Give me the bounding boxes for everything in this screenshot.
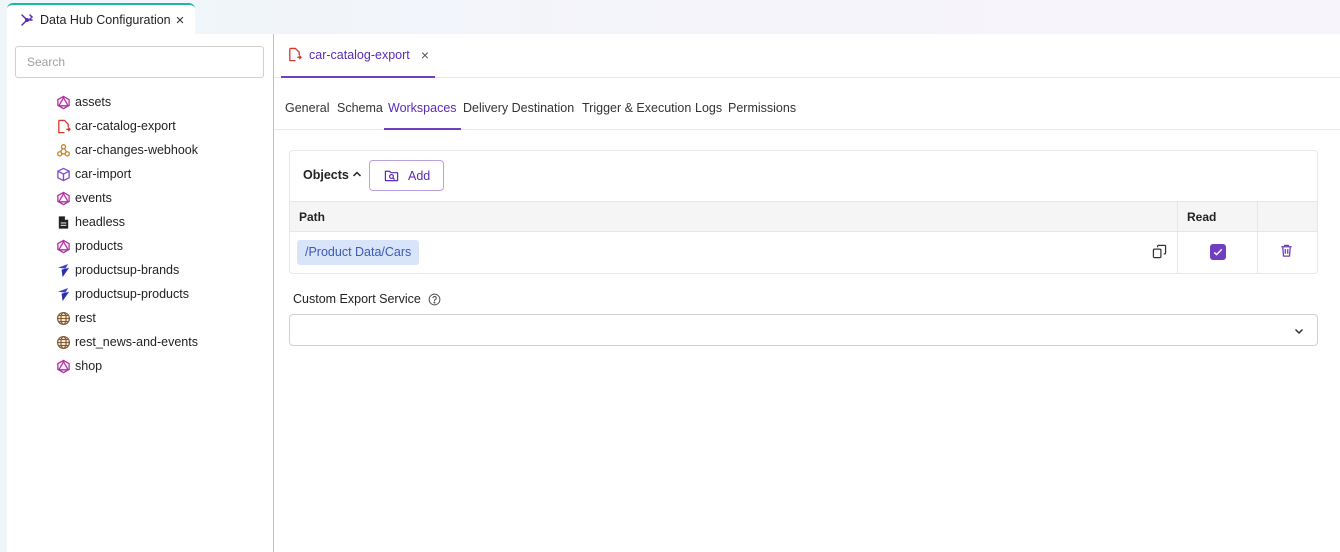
folder-search-icon <box>384 168 400 184</box>
chevron-down-icon <box>1293 325 1305 337</box>
graphql-icon <box>55 238 71 254</box>
cube-import-icon <box>55 166 71 182</box>
tree-item-products[interactable]: products <box>55 234 198 258</box>
column-read: Read <box>1187 210 1217 224</box>
objects-title: Objects <box>303 168 349 182</box>
file-export-icon <box>55 118 71 134</box>
tab-delivery-destination[interactable]: Delivery Destination <box>463 86 574 130</box>
table-row: /Product Data/Cars <box>290 232 1317 274</box>
tree-item-label: car-catalog-export <box>75 119 176 133</box>
chevron-up-icon[interactable] <box>351 168 363 180</box>
graphql-icon <box>55 190 71 206</box>
tree-item-label: productsup-products <box>75 287 189 301</box>
tab-trigger-execution[interactable]: Trigger & Execution <box>582 86 691 130</box>
tree-item-label: headless <box>75 215 126 229</box>
document-icon <box>55 214 71 230</box>
tree-item-assets[interactable]: assets <box>55 90 198 114</box>
app-tab-data-hub[interactable]: Data Hub Configuration × <box>7 3 195 35</box>
tree-item-shop[interactable]: shop <box>55 354 198 378</box>
data-hub-icon <box>19 12 35 28</box>
tree-item-rest-news-and-events[interactable]: rest_news-and-events <box>55 330 198 354</box>
tree-item-events[interactable]: events <box>55 186 198 210</box>
tree-item-productsup-brands[interactable]: productsup-brands <box>55 258 198 282</box>
tree-item-label: assets <box>75 95 112 109</box>
tab-general[interactable]: General <box>285 86 329 130</box>
file-tab-label: car-catalog-export <box>309 48 410 62</box>
tab-logs[interactable]: Logs <box>695 86 722 130</box>
graphql-icon <box>55 94 71 110</box>
data-hub-tree: assets car-catalog-export car-changes-we… <box>55 90 198 378</box>
file-export-icon <box>287 47 303 63</box>
globe-icon <box>55 334 71 350</box>
tree-item-label: car-import <box>75 167 132 181</box>
trash-icon[interactable] <box>1279 243 1295 259</box>
tree-item-label: rest_news-and-events <box>75 335 198 349</box>
graphql-icon <box>55 358 71 374</box>
webhook-icon <box>55 142 71 158</box>
file-tab-car-catalog-export[interactable]: car-catalog-export × <box>281 34 435 78</box>
app-tab-title: Data Hub Configuration <box>40 13 171 27</box>
path-tag[interactable]: /Product Data/Cars <box>297 240 420 265</box>
sub-tabs: General Schema Workspaces Delivery Desti… <box>274 86 1340 130</box>
tree-item-rest[interactable]: rest <box>55 306 198 330</box>
productsup-icon <box>55 262 71 278</box>
close-icon[interactable]: × <box>421 47 429 63</box>
custom-export-service-label: Custom Export Service <box>293 292 441 306</box>
file-tab-bar: car-catalog-export × <box>274 34 1340 78</box>
globe-icon <box>55 310 71 326</box>
close-icon[interactable]: × <box>173 12 187 29</box>
read-checkbox[interactable] <box>1210 244 1226 260</box>
tree-item-label: productsup-brands <box>75 263 180 277</box>
tree-item-label: rest <box>75 311 96 325</box>
objects-header: Objects Add <box>290 151 1317 201</box>
tree-item-label: car-changes-webhook <box>75 143 198 157</box>
main-panel: assets car-catalog-export car-changes-we… <box>7 34 1340 552</box>
tree-item-label: products <box>75 239 123 253</box>
custom-export-service-select[interactable] <box>289 314 1318 346</box>
sidebar: assets car-catalog-export car-changes-we… <box>7 34 274 552</box>
help-icon[interactable] <box>428 293 441 306</box>
add-button-label: Add <box>408 168 431 183</box>
tree-item-car-catalog-export[interactable]: car-catalog-export <box>55 114 198 138</box>
copy-icon[interactable] <box>1152 244 1168 260</box>
productsup-icon <box>55 286 71 302</box>
search-input[interactable] <box>15 46 264 78</box>
add-object-button[interactable]: Add <box>369 160 444 191</box>
tree-item-label: shop <box>75 359 103 373</box>
objects-table-header: Path Read <box>290 201 1317 232</box>
tree-item-headless[interactable]: headless <box>55 210 198 234</box>
tab-permissions[interactable]: Permissions <box>728 86 796 130</box>
objects-card: Objects Add Path Read /Product Data/Cars <box>289 150 1318 274</box>
column-path: Path <box>299 210 326 224</box>
tree-item-productsup-products[interactable]: productsup-products <box>55 282 198 306</box>
content-area: car-catalog-export × General Schema Work… <box>274 34 1340 552</box>
tree-item-label: events <box>75 191 112 205</box>
tab-schema[interactable]: Schema <box>337 86 383 130</box>
custom-export-label-text: Custom Export Service <box>293 292 421 306</box>
tab-workspaces[interactable]: Workspaces <box>384 86 461 130</box>
tree-item-car-changes-webhook[interactable]: car-changes-webhook <box>55 138 198 162</box>
tree-item-car-import[interactable]: car-import <box>55 162 198 186</box>
